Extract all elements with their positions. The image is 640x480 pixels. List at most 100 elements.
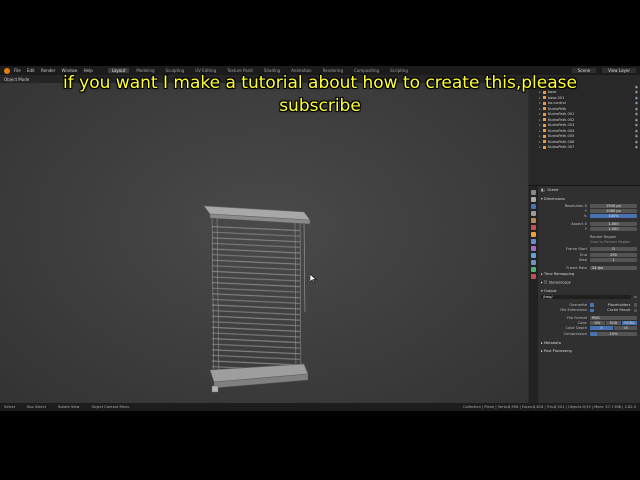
expand-arrow-icon[interactable]: ▸ — [539, 129, 541, 133]
visibility-eye-icon[interactable]: ◉ — [635, 129, 638, 133]
expand-arrow-icon[interactable]: ▸ — [539, 134, 541, 138]
outliner-row[interactable]: ▸ NurbsPath.007 ◉ — [531, 145, 638, 151]
physics-tab-icon[interactable] — [531, 253, 536, 258]
object-type-icon — [542, 118, 546, 122]
slat — [211, 337, 301, 344]
slat — [211, 343, 301, 349]
resolution-x-field[interactable]: 1920 px — [590, 203, 637, 208]
status-context-menu: Object Context Menu — [91, 405, 130, 409]
stereoscopy-panel[interactable]: ▸ Stereoscopy — [541, 278, 637, 287]
slat — [211, 248, 301, 254]
slat — [211, 276, 301, 282]
color-depth-16-option[interactable]: 16 — [614, 326, 637, 331]
frame-rate-select[interactable]: 24 fps — [590, 265, 637, 270]
slat — [211, 304, 301, 310]
status-rotate-view: Rotate View — [58, 405, 80, 409]
slat — [211, 349, 301, 355]
video-caption: if you want I make a tutorial about how … — [0, 72, 640, 118]
post-processing-panel[interactable]: ▸ Post Processing — [541, 347, 637, 355]
color-mode-toggle: BW RGB RGBA — [590, 321, 637, 326]
stereoscopy-checkbox[interactable] — [543, 280, 548, 284]
metadata-panel[interactable]: ▸ Metadata — [541, 339, 637, 347]
aspect-y-row: Y 1.000 — [541, 227, 637, 232]
tool-tab-icon[interactable] — [531, 190, 536, 195]
world-tab-icon[interactable] — [531, 225, 536, 230]
object-tab-icon[interactable] — [531, 232, 536, 237]
visibility-eye-icon[interactable]: ◉ — [635, 123, 638, 127]
frame-start-field[interactable]: 0 — [590, 247, 637, 252]
properties-body: ◧ Scene ▾ Dimensions Resolution X 1920 px… — [538, 186, 640, 403]
slat — [211, 281, 301, 288]
visibility-eye-icon[interactable]: ◉ — [635, 145, 638, 149]
caption-line-2: subscribe — [279, 96, 361, 116]
cache-result-checkbox[interactable] — [633, 308, 637, 313]
color-rgba-option[interactable]: RGBA — [622, 321, 637, 326]
visibility-eye-icon[interactable]: ◉ — [635, 140, 638, 144]
mouse-cursor-icon — [310, 274, 317, 284]
material-tab-icon[interactable] — [531, 274, 536, 279]
slat — [211, 225, 301, 232]
slat — [211, 287, 301, 293]
output-tab-icon[interactable] — [531, 204, 536, 209]
right-panels: ▣ Collection ▸ Empty ◉ ▸ base ◉ ▸ base.001 ◉ ▸ bo.… — [529, 75, 640, 403]
crop-region-checkbox[interactable]: Crop to Render Region — [590, 240, 631, 244]
object-type-icon — [542, 140, 546, 144]
render-tab-icon[interactable] — [531, 197, 536, 202]
output-panel-header[interactable]: ▾ Output — [541, 287, 637, 295]
outliner-row-label: NurbsPath.007 — [547, 145, 575, 150]
frame-end-field[interactable]: 250 — [590, 252, 637, 257]
overwrite-checkbox[interactable] — [590, 303, 594, 307]
outliner-row-label: NurbsPath.006 — [547, 139, 575, 144]
slat — [211, 270, 301, 277]
resolution-y-field[interactable]: 1080 px — [590, 209, 637, 214]
view-layer-tab-icon[interactable] — [531, 211, 536, 216]
crop-region-row: Crop to Render Region — [541, 239, 637, 244]
status-scene-stats: Collection | Plane | Verts:8,998 | Faces… — [463, 405, 636, 409]
outliner-row-label: NurbsPath.002 — [547, 117, 575, 122]
modifier-tab-icon[interactable] — [531, 239, 536, 244]
expand-arrow-icon[interactable]: ▸ — [539, 145, 541, 149]
output-path-row: /tmp/▭ — [541, 295, 637, 300]
render-region-checkbox[interactable]: Render Region — [590, 235, 616, 239]
properties-title: ◧ Scene — [541, 188, 637, 195]
visibility-eye-icon[interactable]: ◉ — [635, 118, 638, 122]
resolution-percent-field[interactable]: 100% — [590, 214, 637, 219]
properties-editor: ◧ Scene ▾ Dimensions Resolution X 1920 px… — [529, 186, 640, 403]
expand-arrow-icon[interactable]: ▸ — [539, 123, 541, 127]
slat — [211, 231, 301, 237]
color-rgb-option[interactable]: RGB — [606, 321, 621, 326]
slat — [211, 242, 301, 249]
placeholders-checkbox[interactable] — [633, 303, 637, 307]
color-bw-option[interactable]: BW — [590, 321, 605, 326]
dimensions-panel-header[interactable]: ▾ Dimensions — [541, 195, 637, 203]
caption-line-1: if you want I make a tutorial about how … — [63, 73, 577, 93]
time-remapping-panel[interactable]: ▸ Time Remapping — [541, 270, 637, 278]
expand-arrow-icon[interactable]: ▸ — [539, 140, 541, 144]
data-tab-icon[interactable] — [531, 267, 536, 272]
venetian-blind-model — [203, 205, 311, 393]
outliner-row-label: NurbsPath.003 — [547, 123, 575, 128]
color-depth-toggle: 8 16 — [590, 326, 637, 331]
slats — [211, 225, 301, 372]
status-bar: Select Box Select Rotate View Object Con… — [0, 403, 640, 411]
file-format-select[interactable]: PNG — [590, 315, 637, 320]
visibility-eye-icon[interactable]: ◉ — [635, 134, 638, 138]
slat — [211, 293, 301, 299]
output-path-field[interactable]: /tmp/ — [541, 295, 631, 300]
aspect-y-field[interactable]: 1.000 — [590, 227, 637, 232]
folder-icon[interactable]: ▭ — [634, 295, 637, 299]
ladder-cord-right-inner — [299, 222, 302, 377]
file-extensions-checkbox[interactable] — [590, 308, 594, 313]
object-type-icon — [542, 129, 546, 133]
aspect-x-field[interactable]: 1.000 — [590, 221, 637, 226]
particles-tab-icon[interactable] — [531, 246, 536, 251]
pull-cord — [303, 223, 306, 313]
frame-step-field[interactable]: 1 — [590, 258, 637, 263]
compression-slider[interactable]: 15% — [590, 331, 637, 336]
color-depth-8-option[interactable]: 8 — [590, 326, 613, 331]
constraints-tab-icon[interactable] — [531, 260, 536, 265]
expand-arrow-icon[interactable]: ▸ — [539, 118, 541, 122]
object-type-icon — [542, 123, 546, 127]
slat — [211, 315, 301, 321]
scene-tab-icon[interactable] — [531, 218, 536, 223]
